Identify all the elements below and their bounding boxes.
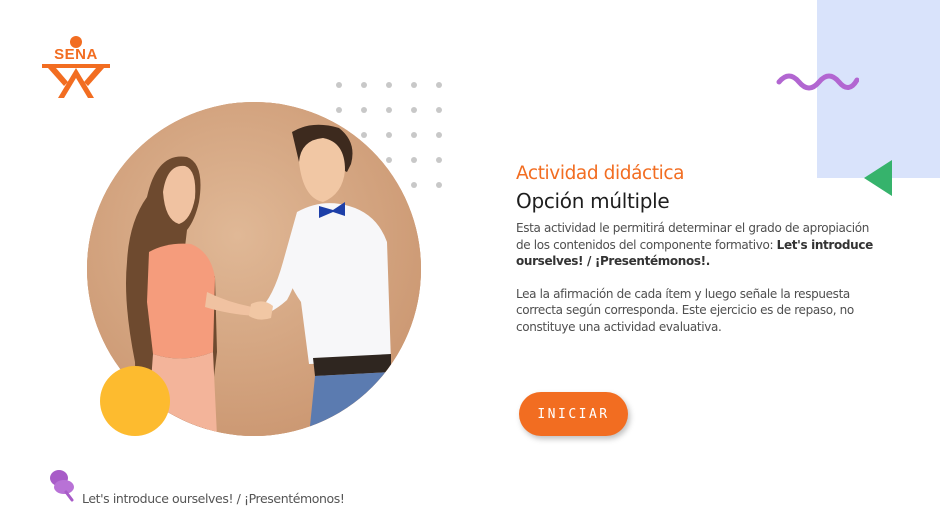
yellow-circle-decoration <box>100 366 170 436</box>
activity-instructions: Lea la afirmación de cada ítem y luego s… <box>516 286 854 334</box>
logo-text: SENA <box>54 46 98 63</box>
pin-icon <box>50 470 74 502</box>
footer-title: Let's introduce ourselves! / ¡Presentémo… <box>82 491 345 506</box>
sena-logo: SENA <box>40 34 112 102</box>
activity-kicker: Actividad didáctica <box>516 163 685 184</box>
activity-description: Esta actividad le permitirá determinar e… <box>516 220 876 270</box>
purple-wave-decoration <box>776 73 859 91</box>
start-button[interactable]: INICIAR <box>519 392 628 436</box>
activity-title: Opción múltiple <box>516 189 670 213</box>
activity-intro: Actividad didáctica Opción múltiple Esta… <box>516 162 876 335</box>
